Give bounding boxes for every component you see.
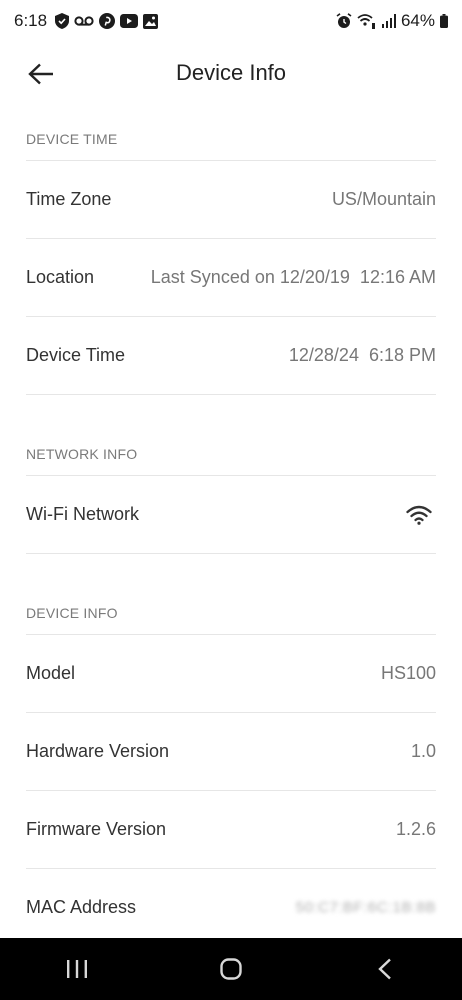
hardware-version-value: 1.0 (410, 741, 436, 761)
model-row[interactable]: Model HS100 (26, 635, 436, 713)
recent-apps-button[interactable] (47, 938, 107, 1000)
section-header-device-time: DEVICE TIME (26, 118, 436, 161)
firmware-version-value: 1.2.6 (395, 819, 436, 839)
battery-percentage: 64% (400, 11, 435, 30)
page-title: Device Info (175, 60, 287, 85)
youtube-icon (120, 14, 139, 28)
device-time-label: Device Time (26, 345, 126, 365)
shield-icon (55, 13, 70, 29)
location-label: Location (26, 267, 95, 287)
home-icon (220, 958, 242, 980)
status-bar-left: 6:18 (14, 11, 159, 31)
back-icon (378, 958, 391, 980)
location-value: Last Synced on 12/20/19 12:16 AM (150, 267, 436, 287)
system-nav-bar (0, 938, 462, 1000)
device-time-row[interactable]: Device Time 12/28/24 6:18 PM (26, 317, 436, 395)
section-header-network-info: NETWORK INFO (26, 433, 436, 476)
voicemail-icon (74, 15, 94, 27)
hardware-version-row[interactable]: Hardware Version 1.0 (26, 713, 436, 791)
hardware-version-label: Hardware Version (26, 741, 170, 761)
device-info-list: DEVICE TIME Time Zone US/Mountain Locati… (26, 118, 436, 946)
status-bar-right: 64% (336, 11, 448, 31)
mac-address-label: MAC Address (26, 897, 137, 917)
wifi-icon (406, 505, 432, 525)
battery-icon (440, 14, 448, 28)
gallery-icon (143, 13, 159, 29)
firmware-version-label: Firmware Version (26, 819, 167, 839)
wifi-network-label: Wi-Fi Network (26, 504, 139, 524)
alarm-icon (336, 13, 352, 29)
device-time-value: 12/28/24 6:18 PM (288, 345, 436, 365)
location-row[interactable]: Location Last Synced on 12/20/19 12:16 A… (26, 239, 436, 317)
mac-address-row[interactable]: MAC Address 50:C7:BF:6C:1B:8B (26, 869, 436, 946)
time-zone-row[interactable]: Time Zone US/Mountain (26, 161, 436, 239)
mac-address-value: 50:C7:BF:6C:1B:8B (295, 899, 436, 916)
home-button[interactable] (201, 938, 261, 1000)
recent-apps-icon (67, 960, 87, 978)
signal-icon (381, 14, 396, 28)
pinterest-icon (99, 13, 116, 29)
time-zone-label: Time Zone (26, 189, 112, 209)
model-value: HS100 (380, 663, 436, 683)
wifi-network-row[interactable]: Wi-Fi Network (26, 476, 436, 554)
firmware-version-row[interactable]: Firmware Version 1.2.6 (26, 791, 436, 869)
model-label: Model (26, 663, 76, 683)
app-bar: Device Info (0, 46, 462, 102)
wifi-calling-icon (357, 13, 377, 29)
status-bar: 6:18 64% (0, 0, 462, 42)
status-time: 6:18 (14, 11, 48, 30)
system-back-button[interactable] (355, 938, 415, 1000)
section-header-device-info: DEVICE INFO (26, 592, 436, 635)
time-zone-value: US/Mountain (331, 189, 436, 209)
